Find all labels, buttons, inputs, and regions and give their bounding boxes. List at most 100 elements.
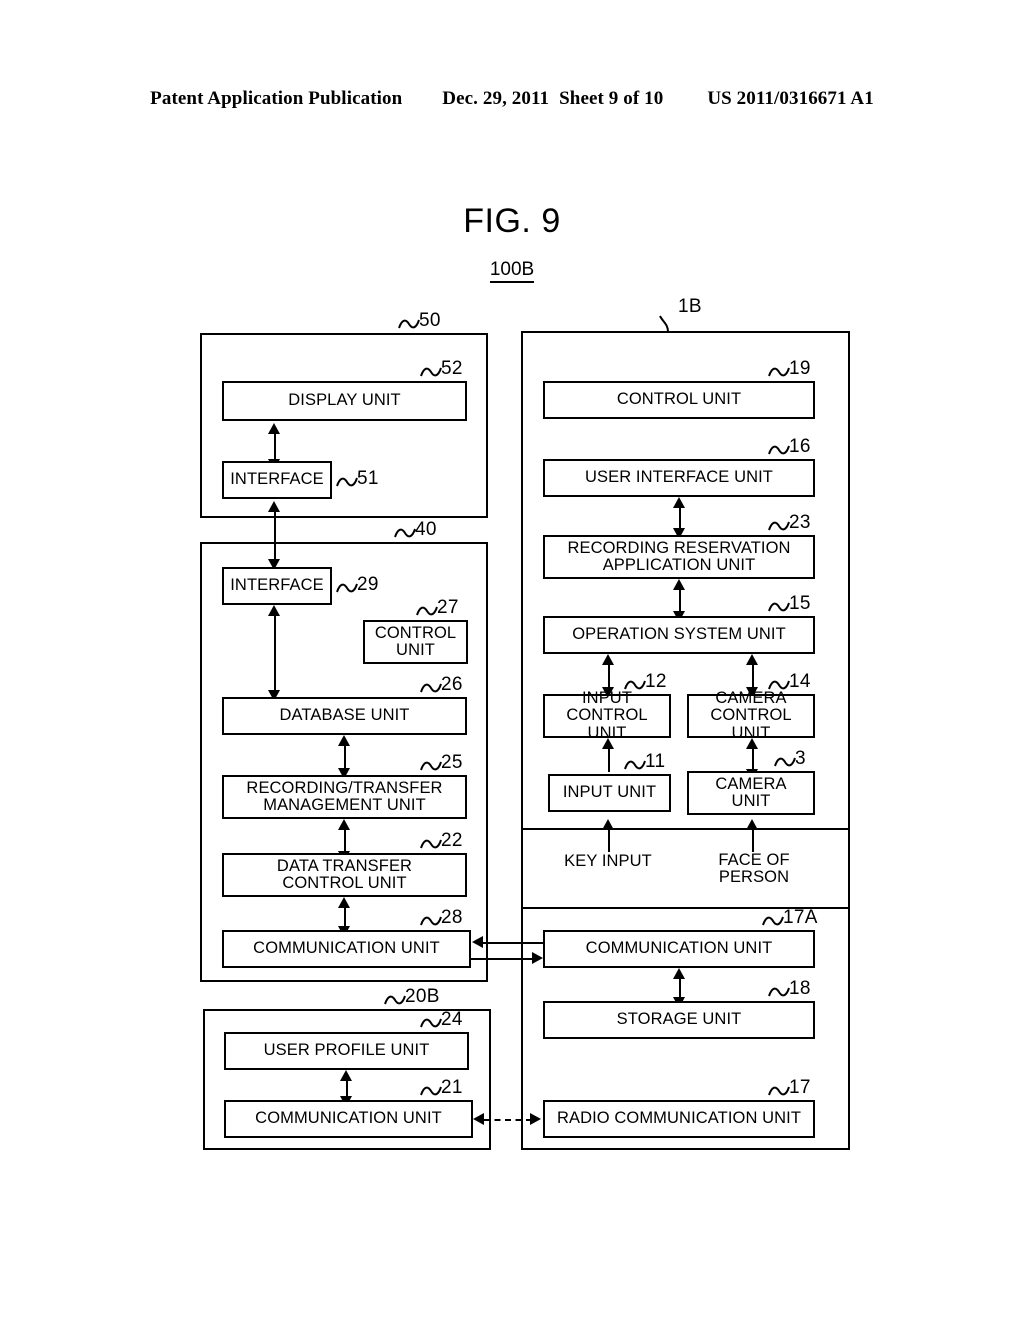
connector-os-to-inputcontrol bbox=[608, 661, 610, 690]
block-communication-unit-17a[interactable]: COMMUNICATION UNIT bbox=[543, 930, 815, 968]
block-recording-reservation-line1: RECORDING RESERVATION bbox=[567, 538, 791, 557]
block-recording-reservation-application-unit[interactable]: RECORDING RESERVATION APPLICATION UNIT bbox=[543, 535, 815, 579]
block-communication-unit-28[interactable]: COMMUNICATION UNIT bbox=[222, 930, 471, 968]
block-control-unit-27-line1: CONTROL bbox=[374, 623, 457, 642]
ref-label-22: 22 bbox=[420, 830, 463, 852]
patent-number: US 2011/0316671 A1 bbox=[707, 88, 874, 109]
sheet-number: Sheet 9 of 10 bbox=[559, 88, 664, 109]
annotation-face-line2: PERSON bbox=[718, 868, 790, 887]
arrowhead-up-recordres2 bbox=[673, 579, 685, 590]
block-input-unit-label: INPUT UNIT bbox=[562, 783, 657, 802]
block-input-control-unit[interactable]: INPUT CONTROL UNIT bbox=[543, 690, 671, 742]
block-radio-communication-unit[interactable]: RADIO COMMUNICATION UNIT bbox=[543, 1100, 815, 1138]
ref-label-51: 51 bbox=[336, 468, 379, 490]
block-operation-system-unit-label: OPERATION SYSTEM UNIT bbox=[572, 625, 786, 644]
block-communication-unit-21-label: COMMUNICATION UNIT bbox=[255, 1109, 442, 1128]
ref-label-28: 28 bbox=[420, 907, 463, 929]
system-reference-label: 100B bbox=[0, 259, 1024, 283]
block-camera-unit[interactable]: CAMERA UNIT bbox=[687, 771, 815, 815]
ref-label-17: 17 bbox=[768, 1077, 811, 1099]
connector-inputunit-to-inputcontrol bbox=[608, 745, 610, 772]
figure-title: FIG. 9 bbox=[463, 202, 561, 240]
block-data-transfer-line1: DATA TRANSFER bbox=[276, 856, 413, 875]
block-display-unit[interactable]: DISPLAY UNIT bbox=[222, 381, 467, 421]
ref-label-3: 3 bbox=[774, 748, 806, 770]
block-control-unit-27[interactable]: CONTROL UNIT bbox=[363, 620, 468, 664]
arrowhead-up-userprofile bbox=[340, 1070, 352, 1081]
arrowhead-up-inputunit bbox=[602, 819, 614, 830]
block-communication-unit-17a-label: COMMUNICATION UNIT bbox=[585, 939, 773, 958]
connector-28-to-17a bbox=[469, 958, 534, 960]
connector-os-to-cameracontrol bbox=[752, 661, 754, 690]
connector-ui-to-recordres bbox=[679, 504, 681, 531]
terminal-divider-upper bbox=[521, 828, 850, 830]
connector-recordres-to-os bbox=[679, 586, 681, 614]
arrowhead-up-ui bbox=[673, 497, 685, 508]
arrowhead-up-inputcontrol2 bbox=[602, 738, 614, 749]
ref-label-40: 40 bbox=[394, 519, 437, 541]
ref-label-21: 21 bbox=[420, 1077, 463, 1099]
block-communication-unit-28-label: COMMUNICATION UNIT bbox=[253, 939, 440, 958]
system-reference-value: 100B bbox=[489, 259, 535, 283]
ref-label-24: 24 bbox=[420, 1009, 463, 1031]
annotation-face-of-person: FACE OF PERSON bbox=[679, 851, 829, 887]
block-user-profile-unit[interactable]: USER PROFILE UNIT bbox=[224, 1032, 469, 1070]
connector-interface29-to-database bbox=[274, 612, 276, 693]
block-input-unit[interactable]: INPUT UNIT bbox=[548, 774, 671, 812]
block-interface-51[interactable]: INTERFACE bbox=[222, 461, 332, 499]
block-input-control-line2: CONTROL UNIT bbox=[566, 706, 648, 742]
block-operation-system-unit[interactable]: OPERATION SYSTEM UNIT bbox=[543, 616, 815, 654]
ref-label-1B: 1B bbox=[659, 296, 702, 333]
arrowhead-right-into-17 bbox=[530, 1113, 541, 1125]
annotation-key-input: KEY INPUT bbox=[533, 852, 683, 870]
ref-label-27: 27 bbox=[416, 597, 459, 619]
block-camera-unit-line2: UNIT bbox=[731, 792, 771, 810]
connector-recording-to-datatransfer bbox=[344, 826, 346, 854]
block-recording-transfer-management-unit[interactable]: RECORDING/TRANSFER MANAGEMENT UNIT bbox=[222, 775, 467, 819]
block-control-unit-27-line2: UNIT bbox=[396, 641, 435, 659]
publication-date: Dec. 29, 2011 bbox=[442, 88, 550, 109]
ref-label-12: 12 bbox=[624, 671, 667, 693]
ref-label-25: 25 bbox=[420, 752, 463, 774]
arrowhead-up-comm17a bbox=[673, 968, 685, 979]
ref-label-19: 19 bbox=[768, 358, 811, 380]
publication-title: Patent Application Publication bbox=[150, 88, 403, 109]
ref-label-16: 16 bbox=[768, 436, 811, 458]
block-recording-reservation-line2: APPLICATION UNIT bbox=[602, 556, 756, 574]
arrowhead-up-cameraunit2 bbox=[746, 819, 758, 830]
block-storage-unit[interactable]: STORAGE UNIT bbox=[543, 1001, 815, 1039]
block-interface-51-label: INTERFACE bbox=[230, 470, 324, 489]
ref-label-20B: 20B bbox=[384, 986, 440, 1008]
block-camera-control-line2: CONTROL UNIT bbox=[710, 706, 792, 742]
block-display-unit-label: DISPLAY UNIT bbox=[288, 391, 401, 410]
block-communication-unit-21[interactable]: COMMUNICATION UNIT bbox=[224, 1100, 473, 1138]
connector-cameraunit-to-cameracontrol bbox=[752, 745, 754, 772]
publication-header: Patent Application Publication Dec. 29, … bbox=[0, 88, 1024, 116]
block-interface-29-label: INTERFACE bbox=[230, 576, 324, 595]
ref-label-17A: 17A bbox=[762, 907, 818, 929]
annotation-key-input-label: KEY INPUT bbox=[564, 852, 652, 870]
block-recording-transfer-line2: MANAGEMENT UNIT bbox=[263, 796, 426, 814]
connector-display-to-interface51 bbox=[274, 430, 276, 462]
arrowhead-right-into-17a bbox=[532, 952, 543, 964]
block-radio-communication-unit-label: RADIO COMMUNICATION UNIT bbox=[556, 1109, 802, 1128]
block-database-unit-label: DATABASE UNIT bbox=[279, 706, 410, 725]
block-storage-unit-label: STORAGE UNIT bbox=[616, 1010, 742, 1029]
block-data-transfer-control-unit[interactable]: DATA TRANSFER CONTROL UNIT bbox=[222, 853, 467, 897]
connector-wireless-21-17 bbox=[484, 1119, 532, 1121]
block-interface-29[interactable]: INTERFACE bbox=[222, 567, 332, 605]
connector-17a-to-28 bbox=[483, 942, 545, 944]
arrowhead-up-datatransfer2 bbox=[338, 897, 350, 908]
block-database-unit[interactable]: DATABASE UNIT bbox=[222, 697, 467, 735]
arrowhead-up-os-right bbox=[746, 654, 758, 665]
block-camera-control-line1: CAMERA bbox=[715, 689, 787, 708]
block-user-profile-unit-label: USER PROFILE UNIT bbox=[263, 1041, 430, 1060]
block-control-unit-19[interactable]: CONTROL UNIT bbox=[543, 381, 815, 419]
ref-label-18: 18 bbox=[768, 978, 811, 1000]
block-camera-control-unit[interactable]: CAMERA CONTROL UNIT bbox=[687, 690, 815, 742]
block-user-interface-unit[interactable]: USER INTERFACE UNIT bbox=[543, 459, 815, 497]
block-control-unit-19-label: CONTROL UNIT bbox=[616, 390, 742, 409]
arrowhead-up-database2 bbox=[338, 735, 350, 746]
connector-database-to-recording bbox=[344, 742, 346, 771]
arrowhead-up-display bbox=[268, 423, 280, 434]
